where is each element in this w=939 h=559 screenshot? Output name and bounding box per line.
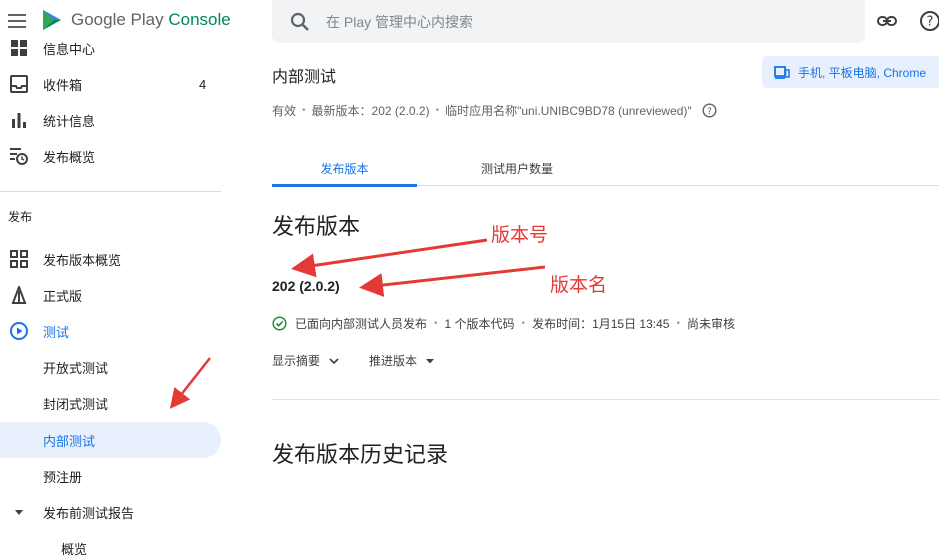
- sidebar-item-production[interactable]: 正式版: [0, 277, 221, 313]
- sidebar-item-label: 概览: [61, 541, 88, 557]
- inbox-icon: [9, 74, 29, 94]
- sidebar-item-label: 发布版本概览: [43, 252, 122, 268]
- sidebar-item-label: 正式版: [43, 288, 83, 304]
- release-meta: 已面向内部测试人员发布 • 1 个版本代码 • 发布时间：1月15日 13:45…: [272, 315, 735, 332]
- sidebar-item-testing[interactable]: 测试: [0, 313, 221, 349]
- sidebar-item-closed-testing[interactable]: 封闭式测试: [0, 385, 221, 421]
- sidebar-item-label: 统计信息: [43, 113, 96, 129]
- promote-release-label: 推进版本: [369, 354, 418, 368]
- show-summary-label: 显示摘要: [272, 354, 321, 368]
- device-filter-label: 手机, 平板电脑, Chrome: [798, 65, 927, 80]
- devices-icon: [774, 66, 790, 79]
- sidebar-item-label: 预注册: [43, 469, 83, 485]
- expand-arrow-icon[interactable]: [9, 502, 29, 522]
- sidebar-item-internal-testing[interactable]: 内部测试: [0, 422, 221, 458]
- help-icon[interactable]: ?: [919, 10, 939, 32]
- production-icon: [9, 285, 29, 305]
- promote-release-button[interactable]: 推进版本: [369, 352, 435, 369]
- help-icon[interactable]: ?: [702, 103, 717, 118]
- sidebar-item-label: 信息中心: [43, 41, 96, 57]
- sidebar-item-pre-launch-report[interactable]: 发布前测试报告: [0, 494, 221, 530]
- sidebar-item-dashboard[interactable]: 信息中心: [0, 37, 221, 66]
- inbox-count-badge: 4: [199, 76, 207, 92]
- section-heading-release-history: 发布版本历史记录: [272, 442, 449, 467]
- sidebar-item-release-overview[interactable]: 发布版本概览: [0, 241, 221, 277]
- sidebar-item-publishing-overview[interactable]: 发布概览: [0, 138, 221, 174]
- page-title: 内部测试: [272, 69, 337, 86]
- dropdown-arrow-icon: [426, 358, 435, 363]
- svg-text:?: ?: [927, 15, 934, 30]
- sidebar-item-overview[interactable]: 概览: [0, 530, 221, 559]
- release-time: 发布时间：1月15日 13:45: [532, 317, 670, 331]
- section-heading-releases: 发布版本: [272, 214, 361, 239]
- sidebar-item-inbox[interactable]: 收件箱 4: [0, 66, 221, 102]
- dashboard-icon: [9, 38, 29, 58]
- sidebar-item-label: 开放式测试: [43, 360, 109, 376]
- annotation-version-code: 版本号: [491, 224, 549, 246]
- sidebar-item-open-testing[interactable]: 开放式测试: [0, 349, 221, 385]
- link-icon[interactable]: [876, 10, 898, 32]
- google-play-console-logo[interactable]: Google Play Console: [41, 8, 231, 32]
- sidebar-item-label: 收件箱: [43, 77, 83, 93]
- logo-text-play: Google Play: [71, 10, 164, 29]
- release-overview-icon: [9, 249, 29, 269]
- sidebar-item-label: 测试: [43, 324, 70, 340]
- tab-testers[interactable]: 测试用户数量: [417, 150, 617, 186]
- publishing-overview-icon: [9, 146, 29, 166]
- search-placeholder: 在 Play 管理中心内搜索: [326, 13, 474, 30]
- svg-text:?: ?: [707, 107, 712, 117]
- testing-icon: [9, 321, 29, 341]
- sidebar-item-label: 发布前测试报告: [43, 505, 135, 521]
- arrow-to-version-name: [359, 265, 546, 297]
- release-version: 202 (2.0.2): [272, 278, 340, 294]
- show-summary-button[interactable]: 显示摘要: [272, 352, 340, 369]
- search-input[interactable]: 在 Play 管理中心内搜索: [272, 0, 865, 43]
- arrow-to-version-code: [291, 238, 488, 278]
- logo-text-console: Console: [168, 10, 231, 29]
- sidebar-item-statistics[interactable]: 统计信息: [0, 102, 221, 138]
- release-published-text: 已面向内部测试人员发布: [295, 317, 428, 331]
- release-code-count: 1 个版本代码: [444, 317, 515, 331]
- tab-releases[interactable]: 发布版本: [272, 150, 417, 187]
- section-divider: [272, 399, 939, 400]
- search-icon: [290, 12, 309, 31]
- sidebar-divider: [0, 191, 221, 192]
- status-state: 有效: [272, 104, 297, 118]
- release-status-line: 有效 • 最新版本：202 (2.0.2) • 临时应用名称"uni.UNIBC…: [272, 102, 717, 119]
- sidebar-item-label: 发布概览: [43, 149, 96, 165]
- sidebar-item-label: 封闭式测试: [43, 396, 109, 412]
- device-filter-button[interactable]: 手机, 平板电脑, Chrome: [762, 56, 939, 88]
- sidebar-item-label: 内部测试: [43, 433, 96, 449]
- bar-chart-icon: [9, 110, 29, 130]
- check-circle-icon: [272, 316, 287, 331]
- sidebar-item-pre-registration[interactable]: 预注册: [0, 458, 221, 494]
- sidebar: 信息中心 收件箱 4 统计信息 发布概览 发布 发布版本概览 正式版 测试 开放…: [0, 37, 222, 559]
- status-temp-app-name: 临时应用名称"uni.UNIBC9BD78 (unreviewed)": [445, 104, 692, 118]
- status-latest-version: 最新版本：202 (2.0.2): [311, 104, 430, 118]
- main-menu-button[interactable]: [8, 10, 30, 32]
- play-logo-icon: [43, 10, 61, 30]
- annotation-version-name: 版本名: [550, 274, 608, 296]
- tab-bar: 发布版本 测试用户数量: [272, 150, 939, 187]
- chevron-down-icon: [329, 357, 339, 364]
- sidebar-section-release: 发布: [8, 210, 33, 224]
- release-review-status: 尚未审核: [686, 317, 735, 331]
